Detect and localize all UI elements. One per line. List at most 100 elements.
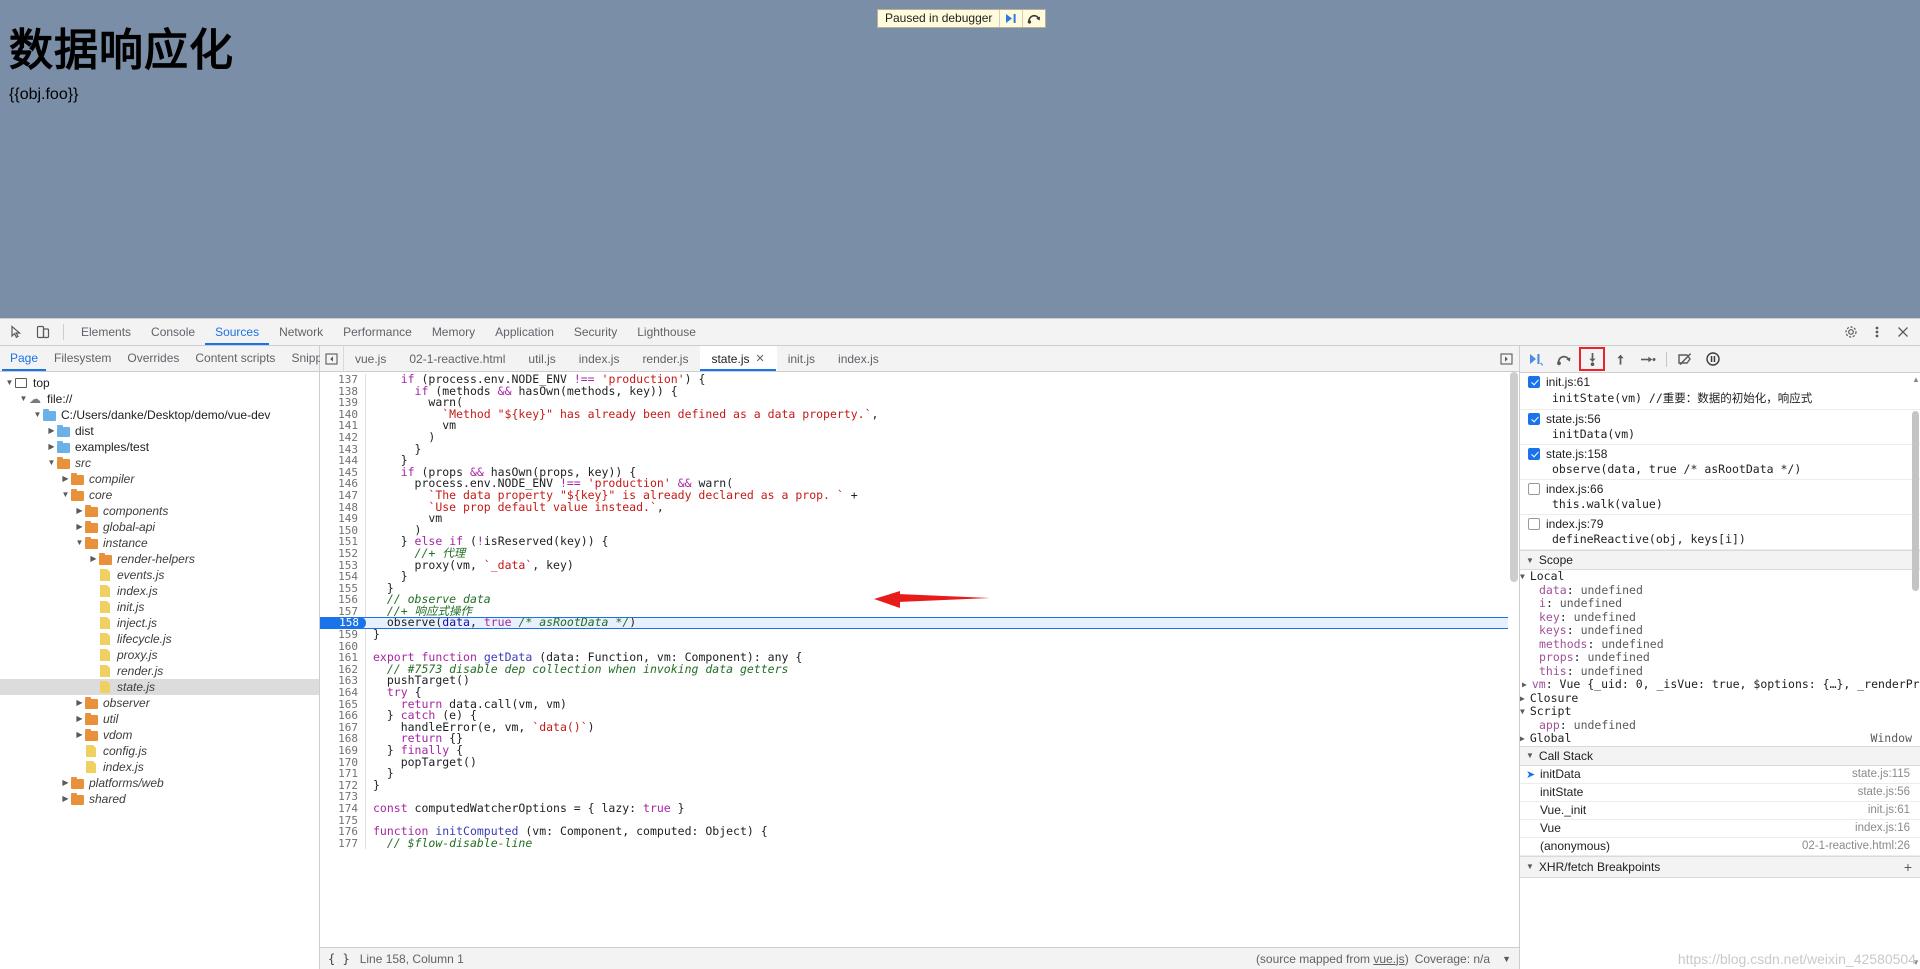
breakpoint-item[interactable]: init.js:61 initState(vm) //重要：数据的初始化，响应式 bbox=[1520, 373, 1920, 410]
tree-item[interactable]: ▼ top bbox=[0, 375, 319, 391]
call-stack-frame[interactable]: Vue index.js:16 bbox=[1520, 820, 1920, 838]
deactivate-breakpoints-button[interactable] bbox=[1673, 348, 1697, 370]
tree-item[interactable]: ▼ C:/Users/danke/Desktop/demo/vue-dev bbox=[0, 407, 319, 423]
breakpoint-item[interactable]: index.js:66 this.walk(value) bbox=[1520, 480, 1920, 515]
chevron-right-icon[interactable]: ▶ bbox=[46, 423, 57, 439]
tree-item[interactable]: ▶config.js bbox=[0, 743, 319, 759]
tab-memory[interactable]: Memory bbox=[422, 319, 485, 345]
scope-entry[interactable]: i: undefined bbox=[1520, 596, 1920, 611]
tree-item[interactable]: ▶ util bbox=[0, 711, 319, 727]
debugger-scrollbar-thumb[interactable] bbox=[1912, 411, 1919, 591]
chevron-right-icon[interactable]: ▶ bbox=[60, 791, 71, 807]
file-tab-util-js[interactable]: util.js bbox=[517, 346, 567, 371]
step-into-next-function-call-button[interactable] bbox=[1579, 347, 1605, 371]
nav-tab-content-scripts[interactable]: Content scripts bbox=[187, 346, 283, 371]
file-tab-index-js-2[interactable]: index.js bbox=[827, 346, 891, 371]
call-stack-frame[interactable]: Vue._init init.js:61 bbox=[1520, 802, 1920, 820]
inspect-element-icon[interactable] bbox=[4, 320, 30, 344]
scope-entry[interactable]: ▶ vm: Vue {_uid: 0, _isVue: true, $option… bbox=[1520, 677, 1920, 692]
file-tab-render-js[interactable]: render.js bbox=[631, 346, 700, 371]
scope-group[interactable]: ▼ Script bbox=[1520, 704, 1920, 719]
more-tabs-icon[interactable] bbox=[1493, 346, 1519, 371]
tree-item[interactable]: ▶index.js bbox=[0, 583, 319, 599]
call-stack-frame[interactable]: initState state.js:56 bbox=[1520, 784, 1920, 802]
scope-entry[interactable]: props: undefined bbox=[1520, 650, 1920, 665]
step-button[interactable] bbox=[1636, 348, 1660, 370]
tree-item[interactable]: ▶events.js bbox=[0, 567, 319, 583]
file-tab-init-js[interactable]: init.js bbox=[777, 346, 827, 371]
breakpoint-checkbox[interactable] bbox=[1528, 483, 1540, 495]
chevron-down-icon[interactable]: ▼ bbox=[74, 535, 85, 551]
breakpoint-checkbox[interactable] bbox=[1528, 518, 1540, 530]
chevron-right-icon[interactable]: ▶ bbox=[88, 551, 99, 567]
line-number[interactable]: 176 bbox=[320, 826, 366, 838]
tree-item[interactable]: ▶state.js bbox=[0, 679, 319, 695]
tab-elements[interactable]: Elements bbox=[71, 319, 141, 345]
scope-group[interactable]: ▼ Local bbox=[1520, 569, 1920, 584]
debugger-scrollbar[interactable]: ▲ ▼ bbox=[1910, 373, 1920, 969]
chevron-right-icon[interactable]: ▶ bbox=[74, 727, 85, 743]
breakpoint-item[interactable]: state.js:158 observe(data, true /* asRoot… bbox=[1520, 445, 1920, 480]
line-number[interactable]: 177 bbox=[320, 838, 366, 850]
tree-item[interactable]: ▶index.js bbox=[0, 759, 319, 775]
file-tab-02-1-reactive-html[interactable]: 02-1-reactive.html bbox=[398, 346, 517, 371]
call-stack-frame[interactable]: (anonymous) 02-1-reactive.html:26 bbox=[1520, 838, 1920, 856]
code-viewport[interactable]: 137 if (process.env.NODE_ENV !== 'produc… bbox=[320, 372, 1519, 947]
scope-entry[interactable]: methods: undefined bbox=[1520, 637, 1920, 652]
chevron-right-icon[interactable]: ▶ bbox=[74, 695, 85, 711]
line-number[interactable]: 169 bbox=[320, 745, 366, 757]
breakpoint-checkbox[interactable] bbox=[1528, 376, 1540, 388]
chevron-right-icon[interactable]: ▶ bbox=[46, 439, 57, 455]
line-number[interactable]: 159 bbox=[320, 629, 366, 641]
step-out-of-current-function-button[interactable] bbox=[1608, 348, 1632, 370]
kebab-menu-icon[interactable] bbox=[1864, 320, 1890, 344]
line-number[interactable]: 144 bbox=[320, 455, 366, 467]
close-icon[interactable] bbox=[1890, 320, 1916, 344]
scroll-down-icon[interactable]: ▼ bbox=[1912, 958, 1920, 967]
source-map-link[interactable]: vue.js bbox=[1373, 952, 1404, 966]
scope-entry[interactable]: data: undefined bbox=[1520, 583, 1920, 598]
chevron-down-icon[interactable]: ▼ bbox=[1496, 954, 1511, 964]
editor-scrollbar-thumb[interactable] bbox=[1510, 372, 1518, 582]
breakpoint-checkbox[interactable] bbox=[1528, 413, 1540, 425]
collapse-sidebar-icon[interactable] bbox=[320, 346, 344, 371]
tab-application[interactable]: Application bbox=[485, 319, 564, 345]
pause-on-exceptions-button[interactable] bbox=[1701, 348, 1725, 370]
editor-scrollbar[interactable] bbox=[1508, 372, 1519, 947]
line-number[interactable]: 142 bbox=[320, 432, 366, 444]
tree-item[interactable]: ▶render.js bbox=[0, 663, 319, 679]
call-stack-frame[interactable]: ➤ initData state.js:115 bbox=[1520, 766, 1920, 784]
resume-icon[interactable] bbox=[999, 10, 1022, 27]
scroll-up-icon[interactable]: ▲ bbox=[1912, 375, 1920, 384]
file-tab-vue-js[interactable]: vue.js bbox=[344, 346, 398, 371]
tree-item[interactable]: ▶ global-api bbox=[0, 519, 319, 535]
tree-item[interactable]: ▶inject.js bbox=[0, 615, 319, 631]
device-toolbar-icon[interactable] bbox=[30, 320, 56, 344]
breakpoint-checkbox[interactable] bbox=[1528, 448, 1540, 460]
tree-item[interactable]: ▶ compiler bbox=[0, 471, 319, 487]
tree-item[interactable]: ▶proxy.js bbox=[0, 647, 319, 663]
scope-entry[interactable]: app: undefined bbox=[1520, 718, 1920, 733]
scope-group[interactable]: ▶ Closure bbox=[1520, 691, 1920, 706]
file-tab-index-js[interactable]: index.js bbox=[568, 346, 632, 371]
tree-item[interactable]: ▶ dist bbox=[0, 423, 319, 439]
tree-item[interactable]: ▼ instance bbox=[0, 535, 319, 551]
tree-item[interactable]: ▼ ☁ file:// bbox=[0, 391, 319, 407]
file-tab-state-js[interactable]: state.js ✕ bbox=[700, 346, 777, 371]
line-number[interactable]: 149 bbox=[320, 513, 366, 525]
tree-item[interactable]: ▼ core bbox=[0, 487, 319, 503]
nav-tab-overrides[interactable]: Overrides bbox=[119, 346, 187, 371]
pretty-print-braces-icon[interactable]: { } bbox=[328, 952, 350, 966]
chevron-down-icon[interactable]: ▼ bbox=[32, 407, 43, 423]
line-number[interactable]: 164 bbox=[320, 687, 366, 699]
tree-item[interactable]: ▶ observer bbox=[0, 695, 319, 711]
tree-item[interactable]: ▶ shared bbox=[0, 791, 319, 807]
scope-entry[interactable]: this: undefined bbox=[1520, 664, 1920, 679]
chevron-right-icon[interactable]: ▶ bbox=[74, 711, 85, 727]
scope-section-header[interactable]: ▼ Scope bbox=[1520, 550, 1920, 570]
chevron-down-icon[interactable]: ▼ bbox=[4, 375, 15, 391]
tree-item[interactable]: ▶ components bbox=[0, 503, 319, 519]
chevron-right-icon[interactable]: ▶ bbox=[1522, 678, 1527, 692]
line-number[interactable]: 137 bbox=[320, 374, 366, 386]
tree-item[interactable]: ▶ vdom bbox=[0, 727, 319, 743]
